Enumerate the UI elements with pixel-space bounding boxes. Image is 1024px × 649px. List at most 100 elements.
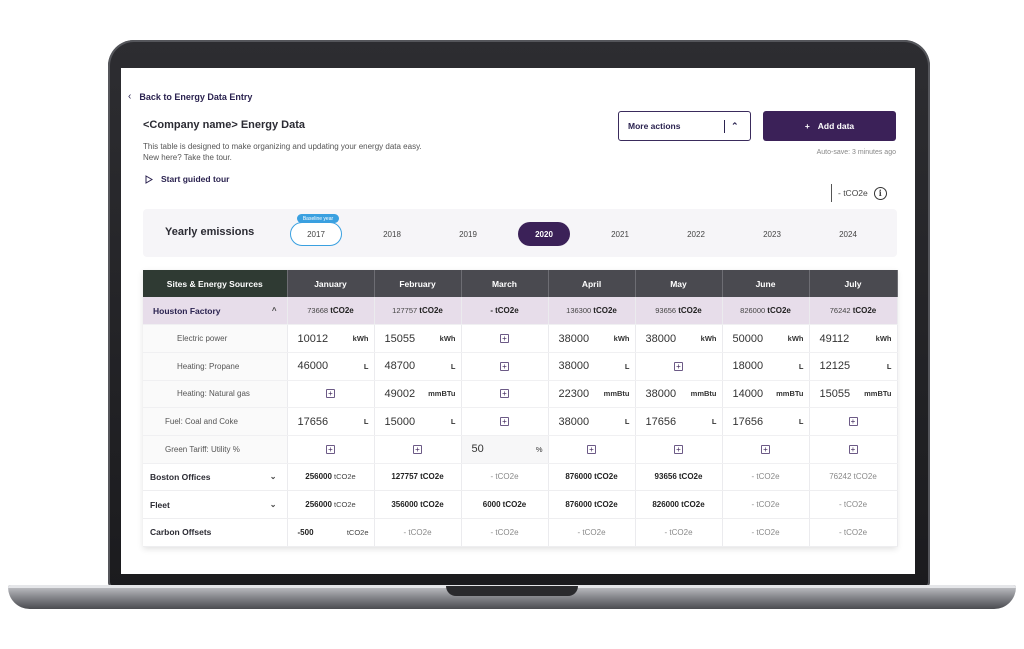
value-cell[interactable]: 46000 L: [287, 352, 375, 381]
total-cell: 127757 tCO2e: [374, 297, 462, 326]
site-name-cell[interactable]: Houston Factory ^: [143, 297, 288, 326]
total-cell: - tCO2e: [722, 518, 810, 547]
add-value-icon[interactable]: +: [500, 334, 509, 344]
back-link-label: Back to Energy Data Entry: [139, 91, 253, 102]
add-value-cell[interactable]: +: [374, 435, 462, 464]
site-row-carbon-offsets[interactable]: Carbon Offsets -500 tCO2e - tCO2e - tCO2e…: [143, 518, 898, 547]
site-row-boston[interactable]: Boston Offices ⌄ 256000 tCO2e 127757 tCO2…: [143, 463, 898, 492]
source-row-electric: Electric power 10012 kWh 15055 kWh + 38000…: [143, 324, 898, 353]
add-value-cell[interactable]: +: [809, 407, 898, 436]
value-cell[interactable]: 49002 mmBTu: [374, 380, 462, 409]
value-cell[interactable]: 38000 mmBtu: [635, 380, 723, 409]
value-cell[interactable]: 10012 kWh: [287, 324, 375, 353]
chevron-down-icon[interactable]: ⌄: [270, 500, 277, 509]
value-cell[interactable]: 48700 L: [374, 352, 462, 381]
site-name: Carbon Offsets: [143, 518, 288, 547]
add-value-cell[interactable]: +: [461, 352, 549, 381]
description-line-1: This table is designed to make organizin…: [143, 142, 422, 151]
year-2018[interactable]: 2018: [366, 222, 418, 246]
total-cell: - tCO2e: [722, 463, 810, 492]
value-cell[interactable]: 50000 kWh: [722, 324, 810, 353]
add-value-icon[interactable]: +: [761, 444, 770, 454]
more-actions-label: More actions: [628, 121, 681, 131]
add-value-cell[interactable]: +: [635, 435, 723, 464]
total-cell: 93656 tCO2e: [635, 297, 723, 326]
add-value-icon[interactable]: +: [674, 361, 683, 371]
total-cell: 76242 tCO2e: [809, 463, 898, 492]
add-value-icon[interactable]: +: [587, 444, 596, 454]
value-cell[interactable]: 38000 L: [548, 407, 636, 436]
site-row-fleet[interactable]: Fleet ⌄ 256000 tCO2e 356000 tCO2e 6000 tC…: [143, 490, 898, 519]
value-cell[interactable]: 22300 mmBtu: [548, 380, 636, 409]
value-cell[interactable]: 17656 L: [635, 407, 723, 436]
page-title: <Company name> Energy Data: [143, 119, 306, 131]
year-2024[interactable]: 2024: [822, 222, 874, 246]
value-cell[interactable]: 38000 L: [548, 352, 636, 381]
source-row-green-tariff: Green Tariff: Utility % + + 50% + + + +: [143, 435, 898, 464]
site-name-cell[interactable]: Fleet ⌄: [143, 490, 288, 519]
add-value-icon[interactable]: +: [326, 444, 335, 454]
year-2020[interactable]: 2020: [518, 222, 570, 246]
column-header: June: [722, 270, 810, 297]
add-value-cell[interactable]: +: [461, 380, 549, 409]
value-cell[interactable]: 38000 kWh: [635, 324, 723, 353]
total-cell: - tCO2e: [809, 490, 898, 519]
page-description: This table is designed to make organizin…: [143, 141, 503, 163]
value-cell[interactable]: 50%: [461, 435, 549, 464]
add-value-icon[interactable]: +: [500, 389, 509, 399]
value-cell[interactable]: 17656 L: [287, 407, 375, 436]
value-cell[interactable]: 18000 L: [722, 352, 810, 381]
add-value-cell[interactable]: +: [287, 380, 375, 409]
value-cell[interactable]: 14000 mmBTu: [722, 380, 810, 409]
add-data-button[interactable]: + Add data: [763, 111, 896, 141]
add-value-icon[interactable]: +: [848, 444, 858, 454]
source-name: Heating: Propane: [143, 352, 288, 381]
info-icon[interactable]: i: [873, 186, 887, 200]
total-cell: - tCO2e: [461, 297, 549, 326]
add-value-cell[interactable]: +: [548, 435, 636, 464]
total-cell: 876000 tCO2e: [548, 490, 636, 519]
total-cell: - tCO2e: [461, 518, 549, 547]
source-row-natural-gas: Heating: Natural gas + 49002 mmBTu + 2230…: [143, 380, 898, 409]
more-actions-dropdown[interactable]: More actions ⌃: [618, 111, 751, 141]
source-row-propane: Heating: Propane 46000 L 48700 L + 38000 L …: [143, 352, 898, 381]
value-cell[interactable]: 15055 kWh: [374, 324, 462, 353]
add-value-icon[interactable]: +: [326, 389, 335, 399]
energy-table: Sites & Energy Sources January February …: [143, 270, 898, 547]
year-2023[interactable]: 2023: [746, 222, 798, 246]
value-cell[interactable]: 15055 mmBTu: [809, 380, 898, 409]
add-value-cell[interactable]: +: [461, 407, 549, 436]
add-value-cell[interactable]: +: [809, 435, 898, 464]
add-value-icon[interactable]: +: [500, 417, 509, 427]
total-cell: 76242 tCO2e: [809, 297, 898, 326]
year-2021[interactable]: 2021: [594, 222, 646, 246]
yearly-emissions-label: Yearly emissions: [165, 226, 255, 238]
add-value-cell[interactable]: +: [635, 352, 723, 381]
year-2017[interactable]: 2017: [290, 222, 342, 246]
add-value-icon[interactable]: +: [413, 444, 422, 454]
chevron-up-icon[interactable]: ^: [272, 306, 277, 315]
year-2019[interactable]: 2019: [442, 222, 494, 246]
back-link[interactable]: ‹ Back to Energy Data Entry: [128, 91, 252, 102]
add-value-cell[interactable]: +: [461, 324, 549, 353]
start-tour-button[interactable]: Start guided tour: [145, 174, 229, 184]
total-cell: - tCO2e: [461, 463, 549, 492]
chevron-down-icon[interactable]: ⌄: [270, 472, 277, 481]
add-value-cell[interactable]: +: [722, 435, 810, 464]
value-cell[interactable]: 12125 L: [809, 352, 898, 381]
value-cell[interactable]: 49112 kWh: [809, 324, 898, 353]
add-value-icon[interactable]: +: [848, 417, 858, 427]
total-cell: 127757 tCO2e: [374, 463, 462, 492]
value-cell[interactable]: 38000 kWh: [548, 324, 636, 353]
add-value-icon[interactable]: +: [674, 444, 683, 454]
add-value-cell[interactable]: +: [287, 435, 375, 464]
unit-toggle[interactable]: - tCO2e i: [831, 184, 887, 202]
total-cell: 256000 tCO2e: [287, 463, 375, 492]
site-row-houston[interactable]: Houston Factory ^ 73668 tCO2e 127757 tCO2…: [143, 297, 898, 326]
value-cell[interactable]: 17656 L: [722, 407, 810, 436]
add-value-icon[interactable]: +: [500, 361, 509, 371]
value-cell[interactable]: 15000 L: [374, 407, 462, 436]
site-name-cell[interactable]: Boston Offices ⌄: [143, 463, 288, 492]
year-2022[interactable]: 2022: [670, 222, 722, 246]
chevron-up-icon: ⌃: [731, 121, 739, 131]
